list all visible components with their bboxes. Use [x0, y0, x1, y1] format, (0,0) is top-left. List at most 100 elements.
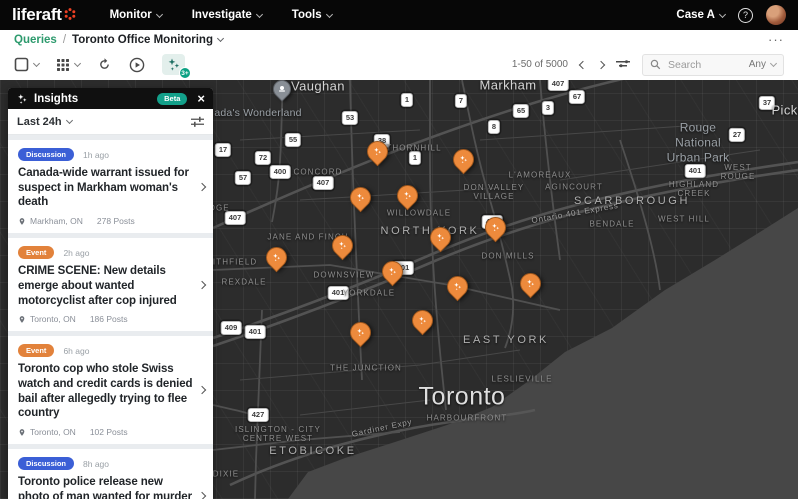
insight-pin-bulb: [346, 183, 376, 213]
attraction-icon: [278, 85, 286, 93]
insight-pin-bulb: [328, 231, 358, 261]
card-title: Toronto cop who stole Swiss watch and cr…: [18, 362, 193, 421]
chevron-down-icon: [326, 10, 333, 17]
insights-count-badge: 3+: [179, 67, 191, 79]
insight-pin-bulb: [516, 269, 546, 299]
insight-pin[interactable]: [350, 187, 371, 208]
insights-toggle-button[interactable]: 3+: [162, 54, 185, 75]
insight-pin[interactable]: [520, 273, 541, 294]
next-page-icon[interactable]: [597, 60, 605, 68]
nav-menu-item[interactable]: Investigate: [192, 9, 262, 21]
insight-pin-bulb: [449, 145, 479, 175]
filter-settings-button[interactable]: [191, 116, 204, 128]
beta-badge: Beta: [157, 93, 187, 105]
select-all-checkbox[interactable]: [14, 57, 39, 72]
chevron-down-icon: [217, 35, 224, 42]
card-post-count: 278 Posts: [97, 216, 135, 226]
card-title: CRIME SCENE: New details emerge about wa…: [18, 264, 193, 308]
main-menus: Monitor Investigate Tools: [110, 9, 332, 21]
breadcrumb-separator: /: [63, 34, 66, 46]
checkbox-icon: [14, 57, 29, 72]
sparkle-icon: [372, 146, 383, 157]
breadcrumb-queries-link[interactable]: Queries: [14, 34, 57, 46]
run-query-button[interactable]: [129, 57, 145, 73]
insight-pin[interactable]: [412, 310, 433, 331]
card-timestamp: 6h ago: [63, 346, 89, 356]
card-timestamp: 2h ago: [63, 248, 89, 258]
insight-pin[interactable]: [332, 235, 353, 256]
avatar[interactable]: [766, 5, 786, 25]
location-pin-icon: [18, 315, 26, 324]
insight-card[interactable]: Event 2h ago CRIME SCENE: New details em…: [8, 238, 213, 331]
insight-pin-bulb: [426, 223, 456, 253]
insight-card[interactable]: Event 6h ago Toronto cop who stole Swiss…: [8, 336, 213, 444]
insight-card[interactable]: Discussion 8h ago Toronto police release…: [8, 449, 213, 499]
insight-pin-bulb: [346, 318, 376, 348]
sparkle-icon: [452, 281, 463, 292]
refresh-icon: [97, 57, 112, 72]
insight-card[interactable]: Discussion 1h ago Canada-wide warrant is…: [8, 140, 213, 233]
insight-pin-bulb: [443, 272, 473, 302]
sparkle-icon: [525, 278, 536, 289]
help-icon[interactable]: ?: [738, 8, 753, 23]
time-filter-dropdown[interactable]: Last 24h: [17, 116, 72, 128]
insight-pin[interactable]: [430, 227, 451, 248]
sparkle-icon: [458, 154, 469, 165]
insights-filter-row: Last 24h: [8, 109, 213, 135]
sparkle-icon: [337, 240, 348, 251]
prev-page-icon[interactable]: [579, 60, 587, 68]
insight-pin[interactable]: [266, 247, 287, 268]
breadcrumb-current-query[interactable]: Toronto Office Monitoring: [72, 34, 223, 46]
insight-pin[interactable]: [453, 149, 474, 170]
app-logo[interactable]: liferaft: [12, 5, 76, 25]
insight-pin-bulb: [378, 257, 408, 287]
logo-asterisk-icon: [64, 8, 76, 20]
sparkle-icon: [417, 315, 428, 326]
sliders-icon: [191, 116, 204, 128]
sparkle-icon: [402, 190, 413, 201]
grid-icon: [56, 58, 70, 72]
chevron-down-icon: [66, 117, 73, 124]
insight-pin[interactable]: [447, 276, 468, 297]
search-icon: [650, 59, 661, 70]
search-scope-dropdown[interactable]: Any: [749, 59, 776, 70]
insight-pin[interactable]: [485, 217, 506, 238]
result-range: 1-50 of 5000: [512, 59, 568, 70]
nav-menu-item[interactable]: Tools: [292, 9, 332, 21]
chevron-right-icon[interactable]: [198, 386, 206, 394]
chevron-down-icon: [156, 10, 163, 17]
card-timestamp: 1h ago: [83, 150, 109, 160]
case-selector[interactable]: Case A: [676, 9, 725, 21]
insight-card-list: Discussion 1h ago Canada-wide warrant is…: [8, 135, 213, 499]
chevron-down-icon: [33, 60, 40, 67]
grid-view-button[interactable]: [56, 58, 80, 72]
chevron-right-icon[interactable]: [198, 492, 206, 499]
filter-button[interactable]: [616, 59, 630, 71]
card-type-badge: Discussion: [18, 457, 74, 470]
insight-pin[interactable]: [382, 261, 403, 282]
sparkle-icon: [16, 93, 28, 105]
chevron-down-icon: [719, 10, 726, 17]
chevron-right-icon[interactable]: [198, 182, 206, 190]
logo-text: liferaft: [12, 5, 62, 25]
top-nav: liferaft MonitorInvestigateTools Case A …: [0, 0, 798, 30]
card-title: Toronto police release new photo of man …: [18, 475, 193, 499]
card-location: Toronto, ON: [30, 314, 76, 324]
chevron-right-icon[interactable]: [198, 280, 206, 288]
insight-pin-bulb: [481, 213, 511, 243]
card-post-count: 186 Posts: [90, 314, 128, 324]
card-meta: Markham, ON 278 Posts: [18, 216, 193, 226]
insight-pin[interactable]: [367, 141, 388, 162]
insight-pin[interactable]: [397, 185, 418, 206]
refresh-button[interactable]: [97, 57, 112, 72]
chevron-down-icon: [256, 10, 263, 17]
query-toolbar: 3+ 1-50 of 5000 Any: [0, 49, 798, 80]
insights-panel: Insights Beta × Last 24h Discussion 1h a…: [8, 88, 213, 499]
card-type-badge: Event: [18, 344, 54, 357]
search-input[interactable]: [666, 58, 744, 72]
filter-icon: [616, 59, 630, 71]
poi-pin[interactable]: [273, 80, 291, 98]
nav-menu-item[interactable]: Monitor: [110, 9, 162, 21]
insight-pin[interactable]: [350, 322, 371, 343]
close-icon[interactable]: ×: [197, 92, 205, 105]
